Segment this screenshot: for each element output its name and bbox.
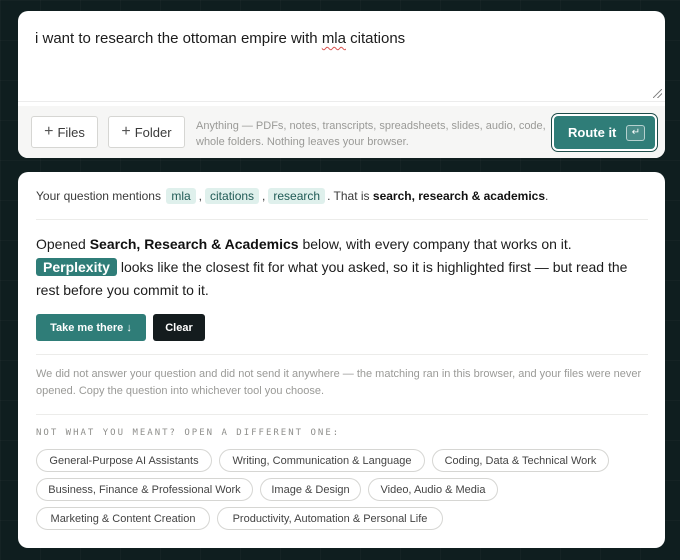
category-chip-business[interactable]: Business, Finance & Professional Work — [36, 478, 253, 501]
opened-category: Search, Research & Academics — [89, 236, 299, 252]
keyword-tag: mla — [166, 188, 196, 204]
add-files-button[interactable]: + Files — [31, 116, 98, 148]
take-me-there-button[interactable]: Take me there ↓ — [36, 314, 146, 341]
category-chip-productivity[interactable]: Productivity, Automation & Personal Life — [217, 507, 443, 530]
input-toolbar: + Files + Folder Anything — PDFs, notes,… — [18, 106, 665, 158]
category-chip-image-design[interactable]: Image & Design — [260, 478, 361, 501]
query-text-end: citations — [345, 30, 406, 47]
matched-category: search, research & academics — [372, 189, 546, 203]
keyword-tag: citations — [205, 188, 260, 204]
category-chip-writing[interactable]: Writing, Communication & Language — [219, 449, 425, 472]
opened-suffix: below, with every company that works on … — [302, 236, 572, 252]
divider — [36, 354, 648, 355]
highlighted-company[interactable]: Perplexity — [36, 258, 117, 276]
enter-key-icon: ↵ — [626, 124, 646, 141]
plus-icon: + — [44, 123, 54, 140]
query-misspelled-word: mla — [321, 30, 346, 47]
divider — [36, 414, 648, 415]
mention-summary: Your question mentions mla, citations, r… — [36, 188, 549, 204]
route-label: Route it — [568, 125, 617, 140]
alternatives-heading: NOT WHAT YOU MEANT? OPEN A DIFFERENT ONE… — [36, 428, 341, 438]
privacy-disclaimer: We did not answer your question and did … — [36, 368, 642, 397]
keyword-tag: research — [268, 188, 326, 204]
result-card: Your question mentions mla, citations, r… — [18, 172, 665, 548]
input-hint: Anything — PDFs, notes, transcripts, spr… — [196, 120, 546, 148]
opened-message: Opened Search, Research & Academics belo… — [36, 233, 648, 302]
category-chip-video-audio[interactable]: Video, Audio & Media — [368, 478, 498, 501]
mention-middle: . That is — [327, 189, 370, 203]
clear-button[interactable]: Clear — [153, 314, 205, 341]
query-card: i want to research the ottoman empire wi… — [18, 11, 665, 158]
add-files-label: Files — [57, 124, 85, 140]
fit-text: looks like the closest fit for what you … — [36, 259, 628, 298]
category-chip-coding[interactable]: Coding, Data & Technical Work — [432, 449, 609, 472]
resize-grip-icon[interactable] — [653, 89, 662, 98]
divider — [36, 219, 648, 220]
plus-icon: + — [121, 123, 131, 140]
category-chip-general-ai[interactable]: General-Purpose AI Assistants — [36, 449, 212, 472]
category-chip-marketing[interactable]: Marketing & Content Creation — [36, 507, 210, 530]
query-textarea[interactable]: i want to research the ottoman empire wi… — [18, 11, 665, 102]
route-button[interactable]: Route it ↵ — [554, 116, 655, 149]
mention-end: . — [545, 189, 549, 203]
query-text-start: i want to research the ottoman empire wi… — [35, 30, 322, 47]
add-folder-label: Folder — [134, 124, 172, 140]
opened-prefix: Opened — [36, 236, 86, 252]
mention-prefix: Your question mentions — [36, 189, 161, 203]
add-folder-button[interactable]: + Folder — [108, 116, 185, 148]
